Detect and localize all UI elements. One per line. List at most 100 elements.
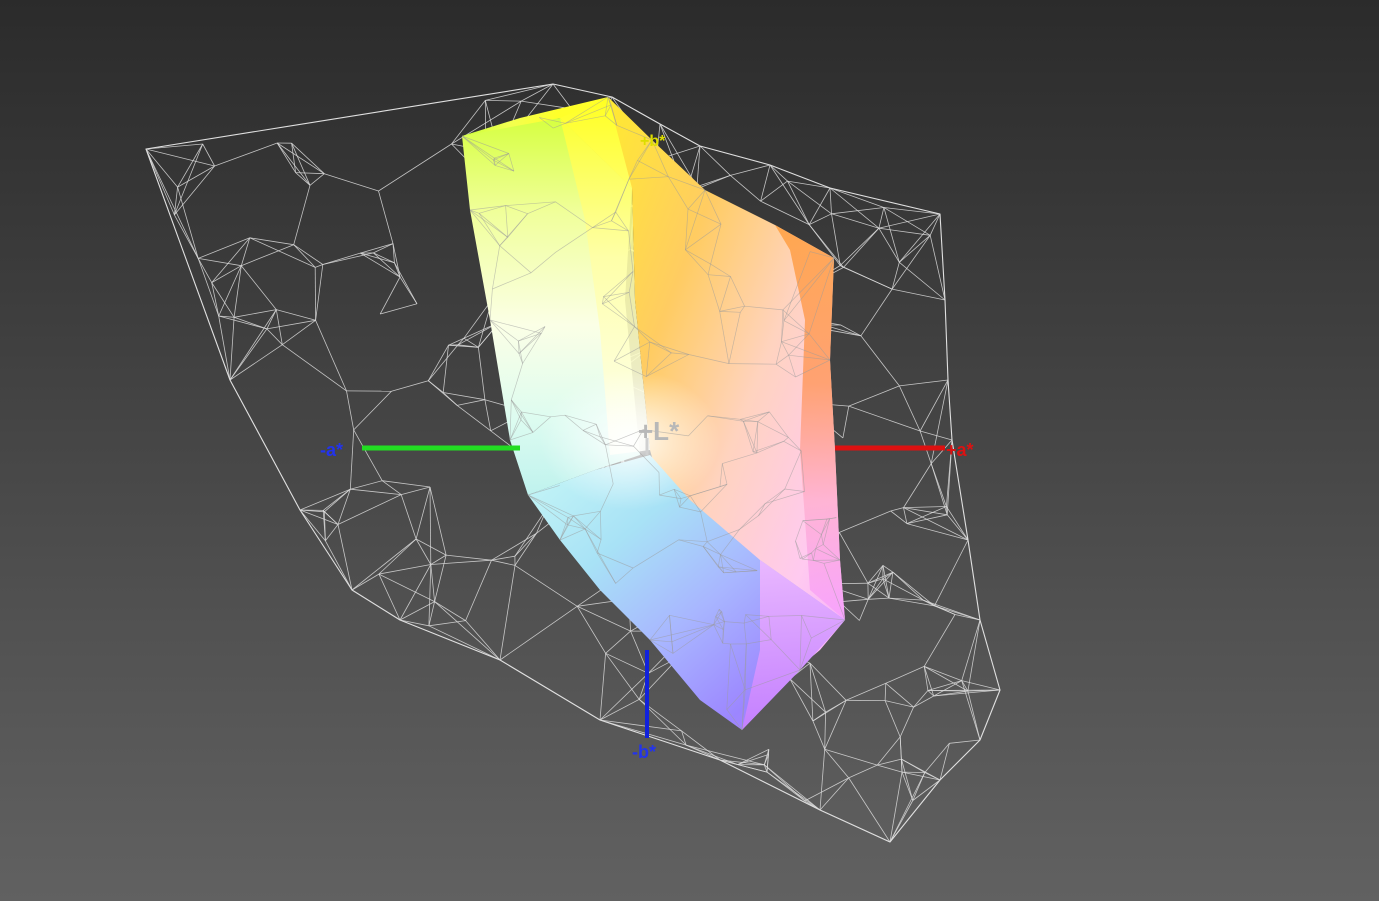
mesh-edge xyxy=(145,148,215,167)
mesh-edge xyxy=(804,777,849,802)
mesh-edge xyxy=(848,385,900,407)
mesh-edge xyxy=(380,303,418,315)
mesh-edge xyxy=(599,673,649,721)
mesh-edge xyxy=(824,748,878,766)
mesh-edge xyxy=(877,764,903,773)
mesh-edge xyxy=(906,514,948,524)
mesh-edge xyxy=(967,619,981,692)
mesh-edge xyxy=(769,164,810,225)
mesh-edge xyxy=(839,598,869,603)
mesh-edge xyxy=(241,244,294,267)
mesh-edge xyxy=(399,276,418,305)
neg-a-axis-label: -a* xyxy=(320,440,343,460)
mesh-edge xyxy=(514,507,548,557)
pos-l-axis-label: +L* xyxy=(638,416,680,446)
mesh-edge xyxy=(465,620,501,661)
mesh-edge xyxy=(685,744,738,765)
neg-b-axis-label: -b* xyxy=(632,742,656,762)
mesh-edge xyxy=(198,237,250,259)
mesh-edge xyxy=(295,172,311,186)
mesh-edge xyxy=(903,507,969,541)
mesh-edge xyxy=(177,165,215,188)
mesh-edge xyxy=(927,680,962,691)
mesh-edge xyxy=(378,573,435,602)
gamut-3d-viewport[interactable]: -a* +a* -b* +b* +L* xyxy=(0,0,1379,901)
mesh-edge xyxy=(929,213,941,236)
mesh-edge xyxy=(218,315,231,381)
mesh-edge xyxy=(434,555,447,602)
mesh-edge xyxy=(878,207,885,229)
mesh-edge xyxy=(961,680,1001,691)
mesh-edge xyxy=(428,564,432,626)
mesh-edge xyxy=(315,264,324,321)
mesh-edge xyxy=(867,565,884,584)
mesh-edge xyxy=(831,213,880,229)
mesh-edge xyxy=(249,237,294,246)
mesh-edge xyxy=(903,506,947,508)
mesh-edge xyxy=(353,429,383,481)
mesh-edge xyxy=(429,486,432,565)
mesh-edge xyxy=(848,405,921,432)
mesh-edge xyxy=(346,390,355,430)
mesh-edge xyxy=(351,538,417,591)
mesh-edge xyxy=(457,399,485,406)
mesh-edge xyxy=(322,510,339,525)
mesh-edge xyxy=(884,700,901,738)
mesh-edge xyxy=(174,143,204,216)
mesh-edge xyxy=(923,599,981,621)
mesh-edge xyxy=(840,265,893,290)
mesh-edge xyxy=(315,320,347,392)
mesh-edge xyxy=(599,653,606,721)
mesh-edge xyxy=(576,606,606,654)
mesh-edge xyxy=(174,165,215,216)
mesh-edge xyxy=(378,190,394,244)
mesh-edge xyxy=(899,706,914,738)
mesh-edge xyxy=(899,379,949,387)
mesh-edge xyxy=(878,227,900,263)
mesh-edge xyxy=(415,486,431,540)
mesh-edge xyxy=(276,142,296,173)
mesh-edge xyxy=(322,252,361,265)
mesh-edge xyxy=(514,565,578,607)
mesh-edge xyxy=(293,244,324,265)
mesh-edge xyxy=(787,180,810,225)
mesh-edge xyxy=(434,601,501,661)
mesh-edge xyxy=(499,605,578,661)
mesh-edge xyxy=(484,399,492,431)
mesh-edge xyxy=(890,507,904,512)
mesh-edge xyxy=(899,736,903,773)
mesh-edge xyxy=(428,620,466,627)
mesh-edge xyxy=(211,265,242,283)
mesh-edge xyxy=(391,380,429,392)
mesh-edge xyxy=(229,344,283,381)
mesh-edge xyxy=(378,143,452,192)
pos-b-axis-label: +b* xyxy=(640,133,666,150)
mesh-edge xyxy=(686,744,765,766)
mesh-edge xyxy=(934,539,969,607)
mesh-edge xyxy=(353,390,392,431)
mesh-edge xyxy=(839,532,869,584)
mesh-edge xyxy=(730,175,761,202)
mesh-edge xyxy=(266,309,277,330)
mesh-edge xyxy=(428,625,501,661)
mesh-edge xyxy=(696,175,731,187)
mesh-edge xyxy=(889,772,926,843)
mesh-edge xyxy=(787,180,831,189)
mesh-edge xyxy=(478,347,486,400)
mesh-edge xyxy=(812,711,826,722)
mesh-edge xyxy=(465,560,492,621)
mesh-edge xyxy=(877,758,902,766)
mesh-edge xyxy=(229,328,268,381)
mesh-edge xyxy=(882,565,894,573)
mesh-edge xyxy=(891,235,931,290)
mesh-edge xyxy=(883,207,941,215)
mesh-edge xyxy=(282,319,316,346)
mesh-edge xyxy=(899,261,946,301)
mesh-edge xyxy=(177,143,204,188)
mesh-edge xyxy=(276,142,325,175)
mesh-edge xyxy=(919,379,949,432)
mesh-edge xyxy=(899,385,921,432)
mesh-edge xyxy=(456,405,491,432)
mesh-edge xyxy=(730,164,771,176)
mesh-edge xyxy=(829,187,885,208)
